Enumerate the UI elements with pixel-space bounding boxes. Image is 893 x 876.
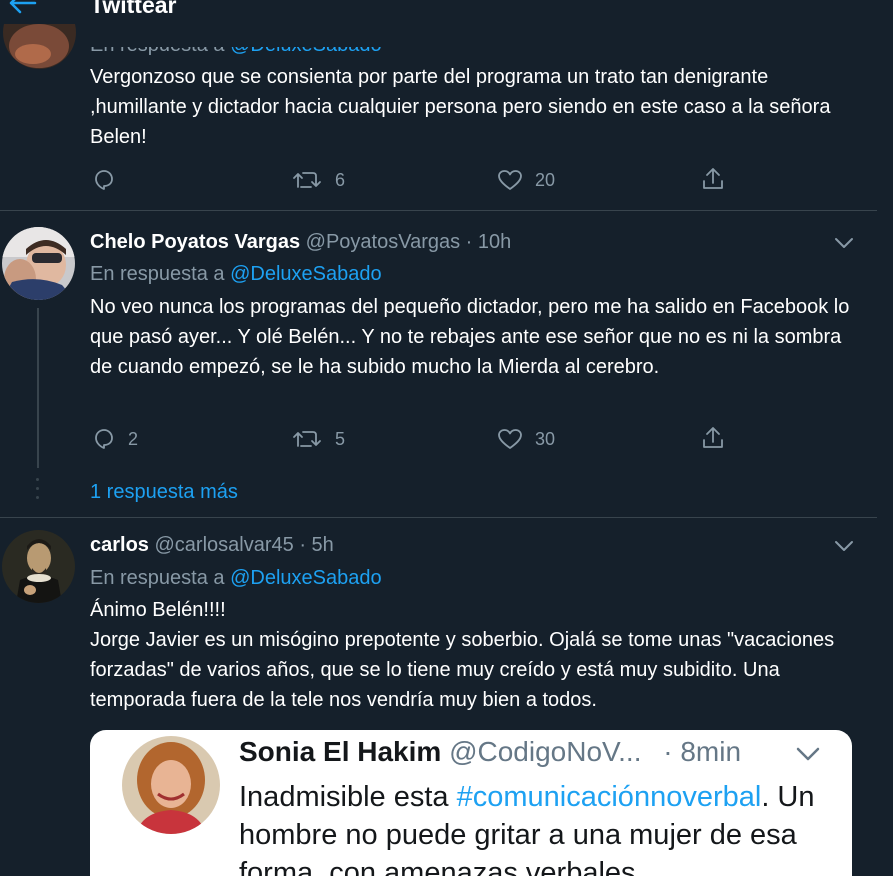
mention-link[interactable]: @DeluxeSabado [230, 47, 382, 56]
chevron-down-icon[interactable] [834, 236, 854, 250]
show-more-replies-link[interactable]: 1 respuesta más [90, 481, 238, 504]
user-handle: @CodigoNoV... [449, 736, 642, 767]
page-title: Twittear [90, 0, 177, 18]
replying-to: En respuesta a @DeluxeSabado [90, 34, 382, 56]
reply-button[interactable]: 2 [92, 427, 138, 451]
retweet-icon [293, 172, 321, 188]
like-button[interactable]: 30 [497, 427, 555, 451]
reply-icon [95, 170, 113, 190]
reply-button[interactable] [92, 168, 128, 192]
chevron-down-icon [795, 746, 821, 762]
display-name[interactable]: carlos [90, 534, 149, 556]
divider [0, 517, 877, 518]
embedded-tweet-text: Inadmisible esta #comunicaciónnoverbal. … [239, 781, 815, 876]
user-handle[interactable]: @carlosalvar45 [155, 534, 294, 556]
ellipsis-vertical-icon [36, 478, 40, 504]
tweet-text: No veo nunca los programas del pequeño d… [90, 296, 850, 378]
separator-dot: · [299, 534, 306, 556]
header: Twittear [0, 0, 877, 24]
heart-icon [498, 429, 522, 449]
replying-to: En respuesta a @DeluxeSabado [90, 263, 382, 285]
tweet-text: Ánimo Belén!!!! Jorge Javier es un misóg… [90, 595, 850, 715]
scrollbar[interactable] [877, 0, 893, 876]
share-button[interactable] [700, 425, 726, 451]
tweet-header: carlos @carlosalvar45 · 5h [90, 534, 334, 557]
arrow-left-icon[interactable] [8, 0, 38, 14]
hashtag: #comunicaciónnoverbal [456, 781, 762, 813]
separator-dot: · [465, 231, 473, 253]
avatar[interactable] [2, 227, 75, 300]
timeline: Twittear En respuesta a @DeluxeSabado Ve… [0, 0, 878, 876]
display-name: Sonia El Hakim [239, 736, 442, 767]
share-icon [703, 168, 723, 189]
retweet-button[interactable]: 5 [291, 427, 345, 451]
retweet-button[interactable]: 6 [291, 168, 345, 192]
thread-line [37, 308, 39, 468]
divider [0, 210, 877, 211]
retweet-icon [293, 431, 321, 447]
tweet-text-line: Ánimo Belén!!!! [90, 599, 226, 621]
user-handle[interactable]: @PoyatosVargas [306, 231, 460, 253]
embedded-tweet-header: Sonia El Hakim @CodigoNoV... · 8min [239, 736, 741, 768]
tweet-header: Chelo Poyatos Vargas @PoyatosVargas · 10… [90, 231, 511, 254]
chevron-down-icon[interactable] [834, 539, 854, 553]
avatar [122, 736, 220, 834]
separator-dot: · [663, 736, 673, 767]
reply-icon [95, 429, 113, 449]
tweet-text-line: Jorge Javier es un misógino prepotente y… [90, 629, 835, 711]
share-button[interactable] [700, 166, 726, 192]
heart-icon [498, 170, 522, 190]
like-button[interactable]: 20 [497, 168, 555, 192]
replying-to: En respuesta a @DeluxeSabado [90, 567, 382, 589]
timestamp[interactable]: 10h [478, 231, 511, 253]
share-icon [703, 427, 723, 448]
embedded-image[interactable]: Sonia El Hakim @CodigoNoV... · 8min Inad… [90, 730, 852, 876]
tweet-text: Vergonzoso que se consienta por parte de… [90, 66, 831, 148]
display-name[interactable]: Chelo Poyatos Vargas [90, 231, 300, 253]
mention-link[interactable]: @DeluxeSabado [230, 263, 382, 285]
avatar[interactable] [2, 530, 75, 603]
timestamp: 8min [680, 736, 742, 767]
mention-link[interactable]: @DeluxeSabado [230, 567, 382, 589]
timestamp[interactable]: 5h [312, 534, 334, 556]
